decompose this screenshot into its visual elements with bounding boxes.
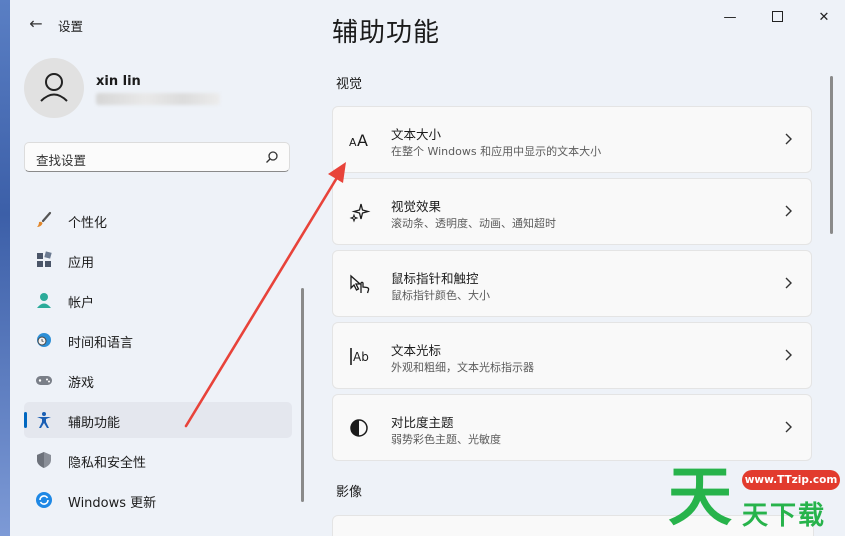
card-subtitle: 在整个 Windows 和应用中显示的文本大小 <box>391 145 602 158</box>
settings-window: ← 设置 — ✕ xin lin 查找设置 个性化 应用 帐户 时间和语言 游戏… <box>0 0 845 536</box>
back-button[interactable]: ← <box>26 14 46 34</box>
sidebar-item-accessibility[interactable]: 辅助功能 <box>24 402 292 438</box>
sidebar-item-label: 个性化 <box>68 216 108 231</box>
maximize-button[interactable] <box>762 8 792 28</box>
svg-text:A: A <box>349 136 357 149</box>
card-title: 对比度主题 <box>391 415 454 430</box>
sidebar-item-label: 隐私和安全性 <box>68 456 147 471</box>
card-title: 文本大小 <box>391 127 442 142</box>
active-indicator <box>24 412 27 428</box>
svg-text:A: A <box>357 131 368 150</box>
card-subtitle: 滚动条、透明度、动画、通知超时 <box>391 217 556 230</box>
watermark-url: www.TTzip.com <box>742 470 840 490</box>
chevron-right-icon <box>785 133 792 145</box>
chevron-right-icon <box>785 421 792 433</box>
desktop-wallpaper-strip <box>0 0 10 536</box>
sidebar-item-time-language[interactable]: 时间和语言 <box>24 322 292 358</box>
sidebar-item-label: 帐户 <box>68 296 95 311</box>
sidebar-item-windows-update[interactable]: Windows 更新 <box>24 482 292 518</box>
setting-card-text-cursor[interactable]: Ab 文本光标 外观和粗细，文本光标指示器 <box>332 322 812 389</box>
app-title: 设置 <box>58 19 84 34</box>
windows-update-icon <box>36 492 52 508</box>
sidebar-item-personalization[interactable]: 个性化 <box>24 202 292 238</box>
gamepad-icon <box>36 376 52 385</box>
sidebar-item-accounts[interactable]: 帐户 <box>24 282 292 318</box>
setting-card-contrast-themes[interactable]: 对比度主题 弱势彩色主题、光敏度 <box>332 394 812 461</box>
user-name: xin lin <box>96 74 141 89</box>
card-subtitle: 鼠标指针颜色、大小 <box>391 289 490 302</box>
sidebar-item-privacy-security[interactable]: 隐私和安全性 <box>24 442 292 478</box>
sidebar-item-gaming[interactable]: 游戏 <box>24 362 292 398</box>
text-cursor-icon: Ab <box>350 348 369 365</box>
user-icon <box>40 73 68 102</box>
section-heading-vision: 视觉 <box>336 77 363 92</box>
page-title: 辅助功能 <box>332 18 441 48</box>
search-placeholder: 查找设置 <box>36 153 87 168</box>
search-icon[interactable] <box>265 150 279 164</box>
avatar[interactable] <box>24 58 84 118</box>
main-scrollbar[interactable] <box>830 76 833 234</box>
chevron-right-icon <box>785 205 792 217</box>
card-title: 视觉效果 <box>391 199 442 214</box>
setting-card-mouse-pointer-touch[interactable]: 鼠标指针和触控 鼠标指针颜色、大小 <box>332 250 812 317</box>
search-input[interactable]: 查找设置 <box>24 142 290 172</box>
watermark-text: 天下载 <box>742 501 827 531</box>
sidebar-item-label: 游戏 <box>68 376 95 391</box>
sidebar-item-label: 时间和语言 <box>68 336 134 351</box>
svg-text:Ab: Ab <box>353 350 369 364</box>
close-icon: ✕ <box>818 10 830 25</box>
watermark-glyph: 天 <box>668 461 732 535</box>
minimize-icon: — <box>723 10 737 25</box>
setting-card-text-size[interactable]: A A 文本大小 在整个 Windows 和应用中显示的文本大小 <box>332 106 812 173</box>
sidebar-item-label: 应用 <box>68 256 95 271</box>
sidebar-item-label: 辅助功能 <box>68 416 121 431</box>
sidebar-item-apps[interactable]: 应用 <box>24 242 292 278</box>
accessibility-icon <box>37 412 51 428</box>
chevron-right-icon <box>785 349 792 361</box>
minimize-button[interactable]: — <box>715 8 745 28</box>
contrast-icon <box>350 419 368 437</box>
text-size-icon: A A <box>349 131 368 150</box>
pointer-touch-icon <box>350 274 370 294</box>
brush-icon <box>37 211 52 227</box>
sidebar-scrollbar[interactable] <box>301 288 304 502</box>
user-email-redacted <box>96 93 220 105</box>
card-subtitle: 外观和粗细，文本光标指示器 <box>391 361 534 374</box>
back-arrow-icon: ← <box>29 14 43 33</box>
section-heading-media: 影像 <box>336 485 363 500</box>
close-button[interactable]: ✕ <box>809 8 839 28</box>
card-title: 鼠标指针和触控 <box>391 271 479 286</box>
maximize-icon <box>771 10 783 22</box>
card-title: 文本光标 <box>391 343 442 358</box>
account-icon <box>37 293 51 308</box>
card-subtitle: 弱势彩色主题、光敏度 <box>391 433 501 446</box>
setting-card-visual-effects[interactable]: 视觉效果 滚动条、透明度、动画、通知超时 <box>332 178 812 245</box>
globe-clock-icon <box>37 333 51 347</box>
sparkle-icon <box>349 203 371 223</box>
shield-icon <box>37 452 51 468</box>
sidebar-item-label: Windows 更新 <box>68 496 157 511</box>
chevron-right-icon <box>785 277 792 289</box>
apps-icon <box>37 251 52 267</box>
